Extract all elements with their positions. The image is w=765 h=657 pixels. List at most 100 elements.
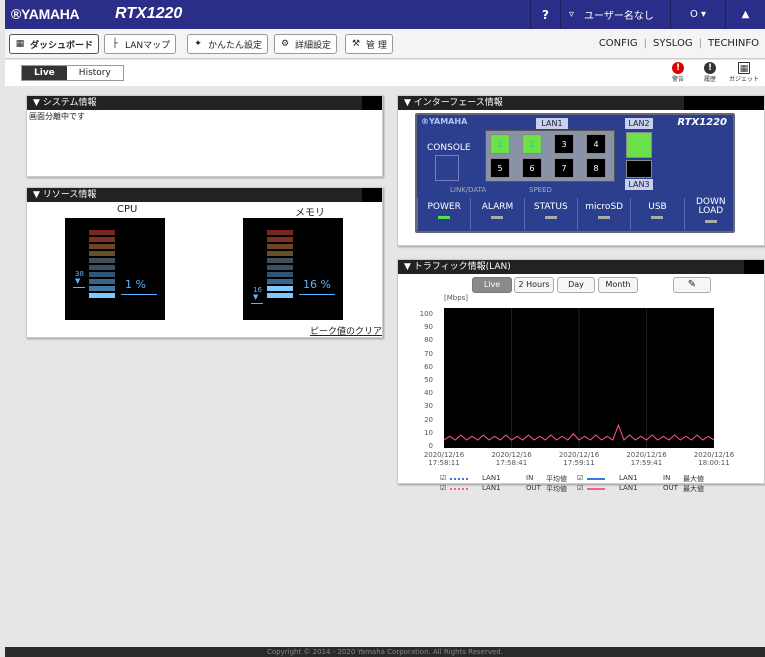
- y-tick-label: 20: [424, 415, 433, 424]
- dashboard-icon: ▦: [15, 39, 25, 49]
- led-indicator: [651, 216, 664, 219]
- value-underline: [299, 294, 335, 295]
- legend-checkbox[interactable]: ☑: [440, 484, 446, 492]
- peak-line: [251, 302, 263, 304]
- tab-advanced-settings[interactable]: ⚙ 詳細設定: [274, 34, 338, 54]
- value-underline: [121, 294, 157, 295]
- gauge-segment: [89, 272, 115, 277]
- bell-icon[interactable]: ▲: [725, 0, 765, 29]
- console-port[interactable]: [435, 155, 459, 181]
- range-live-button[interactable]: Live: [472, 277, 512, 293]
- legend-swatch: [587, 488, 605, 490]
- panel-title: リソース情報: [42, 190, 97, 200]
- legend-port: LAN1: [619, 484, 638, 492]
- tab-label: 管 理: [366, 40, 387, 51]
- history-label: 履歴: [703, 76, 716, 83]
- lan1-label: LAN1: [536, 118, 568, 129]
- lan1-port-3[interactable]: 3: [554, 134, 574, 154]
- tab-label: LANマップ: [125, 40, 171, 51]
- lan1-port-5[interactable]: 5: [490, 158, 510, 178]
- tab-live[interactable]: Live: [22, 66, 67, 80]
- lan2-label: LAN2: [625, 118, 653, 129]
- legend-direction: OUT: [663, 484, 678, 492]
- clear-peak-link[interactable]: ピーク値のクリア: [310, 324, 382, 337]
- peak-marker-icon: ▼: [253, 292, 259, 301]
- lan1-port-2[interactable]: 2: [522, 134, 542, 154]
- legend-swatch: [450, 478, 468, 480]
- legend-direction: OUT: [526, 484, 541, 492]
- x-tick-label: 2020/12/16 18:00:11: [693, 451, 735, 467]
- x-tick-label: 2020/12/16 17:59:11: [558, 451, 600, 467]
- model-name: RTX1220: [115, 5, 183, 22]
- gauge-segment: [89, 251, 115, 256]
- router-model: RTX1220: [677, 117, 727, 128]
- legend-port: LAN1: [482, 484, 501, 492]
- gadget-button[interactable]: ▦ ガジェット: [727, 62, 761, 84]
- link-data-label: LINK/DATA: [450, 186, 487, 194]
- traffic-chart: [444, 308, 714, 448]
- user-name: ユーザー名なし: [584, 11, 654, 22]
- lan1-port-8[interactable]: 8: [586, 158, 606, 178]
- main-nav: ▦ ダッシュボード ├ LANマップ ✦ かんたん設定 ⚙ 詳細設定 ⚒ 管 理 CONF…: [5, 29, 765, 59]
- tab-lanmap[interactable]: ├ LANマップ: [104, 34, 177, 54]
- system-message: 画面分離中です: [29, 112, 85, 121]
- power-menu-button[interactable]: O ▾: [670, 0, 725, 29]
- lan1-port-4[interactable]: 4: [586, 134, 606, 154]
- panel-header[interactable]: ▼ リソース情報: [27, 188, 382, 202]
- lan1-port-1[interactable]: 1: [490, 134, 510, 154]
- resource-info-panel: ▼ リソース情報 CPU 38 ▼ 1 % メモリ 16 ▼ 16 % ピーク値のクリア: [26, 187, 383, 338]
- legend-checkbox[interactable]: ☑: [440, 474, 446, 482]
- y-tick-label: 40: [424, 389, 433, 398]
- gauge-segment: [89, 293, 115, 298]
- led-indicator: [491, 216, 504, 219]
- gauge-segment: [89, 279, 115, 284]
- gauge-segment: [267, 293, 293, 298]
- panel-header[interactable]: ▼ インターフェース情報: [398, 96, 764, 110]
- techinfo-link[interactable]: TECHINFO: [702, 38, 765, 49]
- gauge-segment: [267, 272, 293, 277]
- pencil-icon[interactable]: ✎: [673, 277, 711, 293]
- range-2hours-button[interactable]: 2 Hours: [514, 277, 554, 293]
- y-tick-label: 0: [428, 442, 433, 450]
- range-month-button[interactable]: Month: [598, 277, 638, 293]
- lan1-port-6[interactable]: 6: [522, 158, 542, 178]
- config-link[interactable]: CONFIG: [593, 38, 644, 49]
- traffic-info-panel: ▼ トラフィック情報(LAN) Live 2 Hours Day Month ✎…: [397, 259, 765, 493]
- gauge-segment: [89, 230, 115, 235]
- alert-icon: !: [672, 62, 684, 74]
- gear-icon: ⚙: [280, 39, 290, 49]
- x-tick-label: 2020/12/16 17:59:41: [626, 451, 667, 467]
- legend-checkbox[interactable]: ☑: [577, 484, 583, 492]
- alert-button[interactable]: ! 警告: [665, 62, 691, 84]
- user-menu[interactable]: ▿ ユーザー名なし: [560, 0, 670, 29]
- lan1-port-7[interactable]: 7: [554, 158, 574, 178]
- syslog-link[interactable]: SYSLOG: [647, 38, 699, 49]
- tab-management[interactable]: ⚒ 管 理: [345, 34, 393, 54]
- legend-port: LAN1: [482, 474, 501, 482]
- view-toolbar: Live History ! 警告 ! 履歴 ▦ ガジェット: [5, 60, 765, 86]
- led-indicator: [544, 216, 557, 219]
- range-day-button[interactable]: Day: [557, 277, 595, 293]
- memory-label: メモリ: [295, 208, 325, 219]
- y-tick-label: 10: [424, 428, 433, 437]
- cpu-label: CPU: [117, 204, 138, 215]
- panel-header[interactable]: ▼ システム情報: [27, 96, 382, 110]
- lan2-port[interactable]: [626, 132, 652, 158]
- gauge-segment: [89, 244, 115, 249]
- tab-easy-setup[interactable]: ✦ かんたん設定: [187, 34, 269, 54]
- y-tick-label: 60: [424, 362, 433, 371]
- legend-kind: 最大値: [683, 475, 704, 483]
- lan3-port[interactable]: [626, 160, 652, 178]
- gauge-segment: [267, 251, 293, 256]
- panel-header[interactable]: ▼ トラフィック情報(LAN): [398, 260, 764, 274]
- history-alert-icon: !: [704, 62, 716, 74]
- tab-history[interactable]: History: [67, 66, 123, 80]
- lanmap-icon: ├: [112, 39, 118, 49]
- legend-checkbox[interactable]: ☑: [577, 474, 583, 482]
- tab-dashboard[interactable]: ▦ ダッシュボード: [9, 34, 100, 54]
- wrench-icon: ⚒: [351, 39, 361, 49]
- y-tick-label: 80: [424, 336, 433, 345]
- gauge-segment: [267, 265, 293, 270]
- history-alert-button[interactable]: ! 履歴: [697, 62, 723, 84]
- help-button[interactable]: ?: [530, 0, 560, 29]
